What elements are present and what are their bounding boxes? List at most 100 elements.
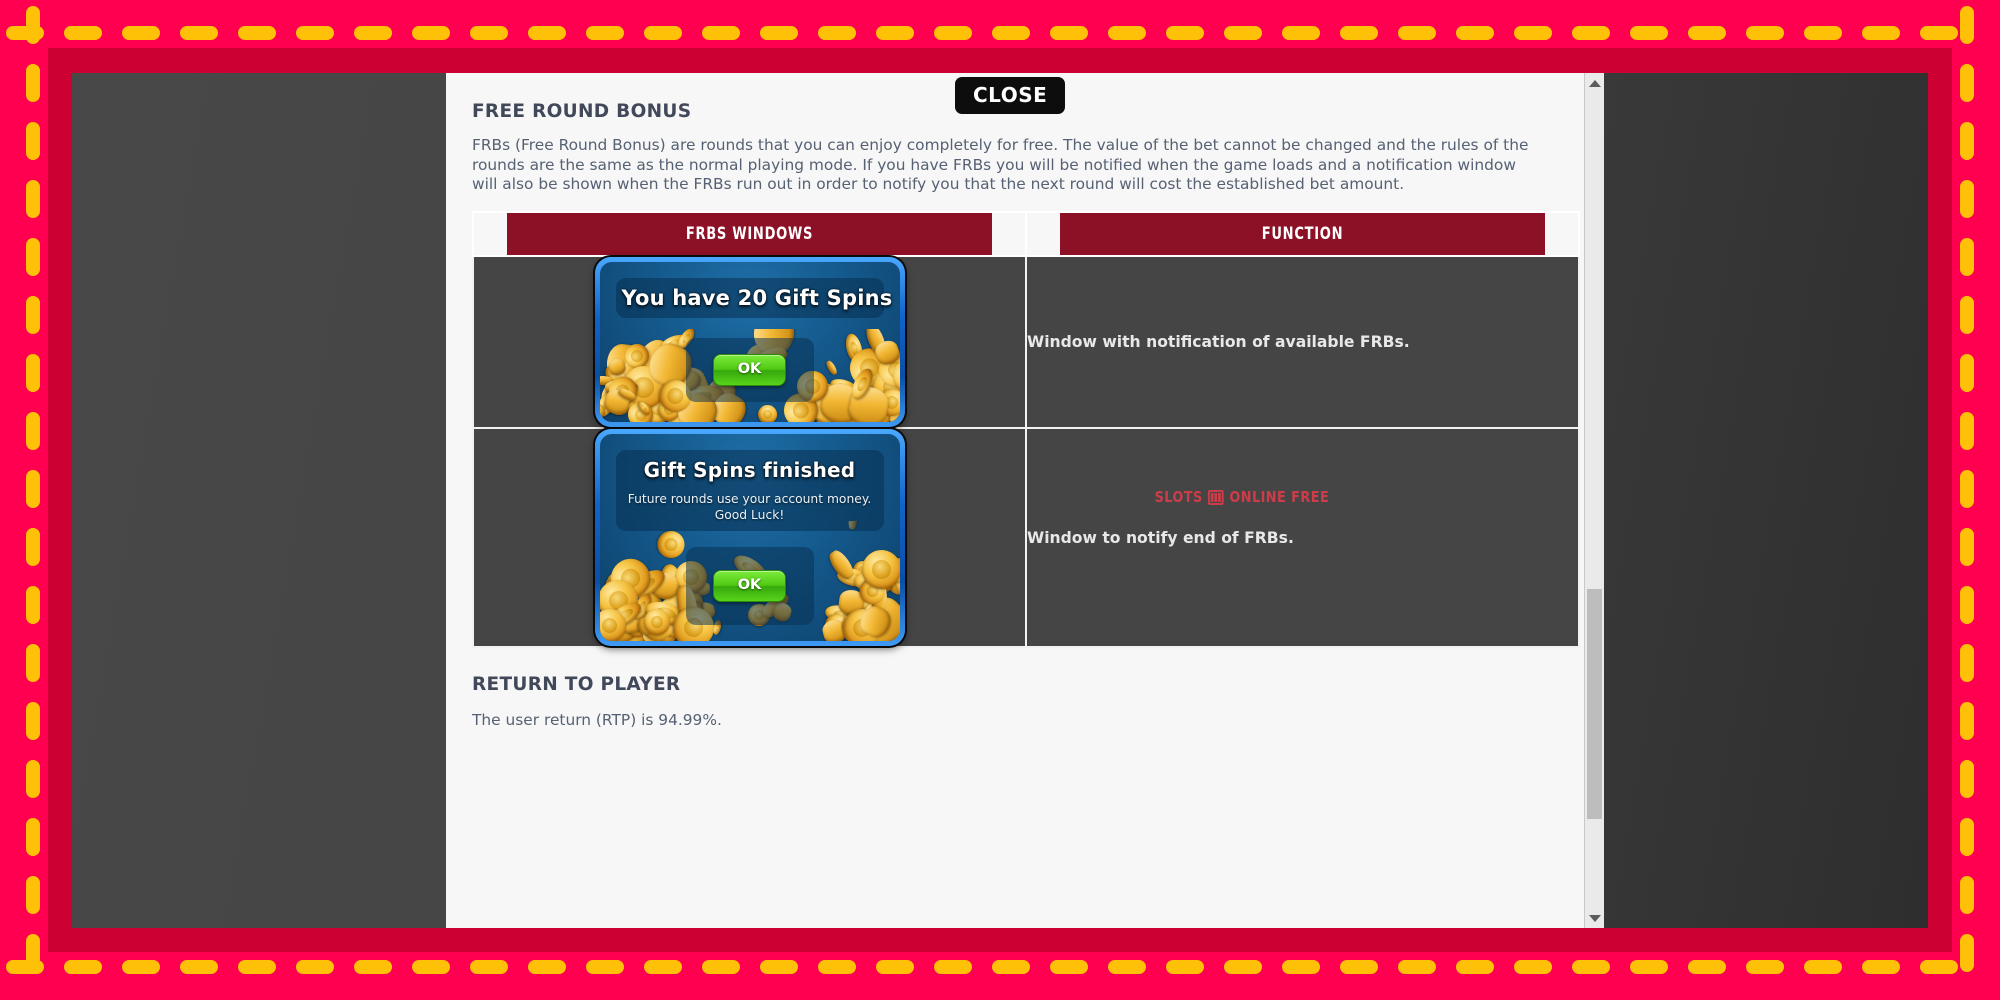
frame-dash xyxy=(1572,26,1610,40)
frame-dash xyxy=(470,960,508,974)
frame-dash xyxy=(26,64,40,102)
frame-dash xyxy=(412,26,450,40)
frame-dash xyxy=(122,26,160,40)
frame-dash xyxy=(1960,934,1974,972)
decorative-frame: FREE ROUND BONUS FRBs (Free Round Bonus)… xyxy=(0,0,2000,1000)
frame-dash xyxy=(1108,960,1146,974)
coin-icon xyxy=(656,529,686,559)
frame-dash xyxy=(1050,960,1088,974)
frame-dash xyxy=(1960,180,1974,218)
scroll-down-arrow-icon[interactable] xyxy=(1585,908,1604,928)
frame-dash xyxy=(586,26,624,40)
frame-dash xyxy=(26,296,40,334)
frame-dashes-top xyxy=(6,26,1994,40)
frame-dash xyxy=(1746,960,1784,974)
frame-dash xyxy=(296,960,334,974)
frbs-table: FRBS WINDOWS FUNCTION You have 20 Gift S… xyxy=(472,211,1580,649)
frame-dash xyxy=(412,960,450,974)
frame-dash xyxy=(702,960,740,974)
frame-dash xyxy=(1340,26,1378,40)
frame-dash xyxy=(180,960,218,974)
scrollbar-thumb[interactable] xyxy=(1587,589,1602,819)
scroll-up-arrow-icon[interactable] xyxy=(1585,73,1604,93)
ok-button[interactable]: OK xyxy=(712,570,787,602)
close-button[interactable]: CLOSE xyxy=(955,77,1066,114)
game-dialog-available-frbs: You have 20 Gift Spins OK xyxy=(594,257,905,428)
frame-dash xyxy=(1282,960,1320,974)
frame-dash xyxy=(644,960,682,974)
frame-dash xyxy=(1960,586,1974,624)
return-to-player-paragraph: The user return (RTP) is 94.99%. xyxy=(472,711,722,730)
dialog-subtitle: Future rounds use your account money. Go… xyxy=(627,492,872,522)
frame-dash xyxy=(1960,6,1974,44)
coin-icon xyxy=(754,401,781,423)
frame-dash xyxy=(1960,644,1974,682)
game-dialog-inner: You have 20 Gift Spins OK xyxy=(599,262,900,423)
frame-dash xyxy=(1862,960,1900,974)
frame-dash xyxy=(1514,26,1552,40)
frame-dash xyxy=(760,960,798,974)
frame-dash xyxy=(1050,26,1088,40)
frame-dash xyxy=(1746,26,1784,40)
frame-dash xyxy=(992,26,1030,40)
frame-dash xyxy=(1960,760,1974,798)
frame-dash xyxy=(26,122,40,160)
frame-dash xyxy=(586,960,624,974)
frame-dash xyxy=(1920,26,1958,40)
frame-dash xyxy=(26,586,40,624)
dialog-title: Gift Spins finished xyxy=(643,458,856,483)
dialog-message-box: Gift Spins finished Future rounds use yo… xyxy=(615,450,884,531)
frame-dash xyxy=(1166,960,1204,974)
frame-dash xyxy=(644,26,682,40)
frame-dash xyxy=(934,26,972,40)
frame-dash xyxy=(26,6,40,44)
vertical-scrollbar[interactable] xyxy=(1584,73,1604,928)
column-header-frbs-windows: FRBS WINDOWS xyxy=(505,211,994,258)
frame-dash xyxy=(1960,470,1974,508)
frame-dash xyxy=(64,960,102,974)
frame-dash xyxy=(876,26,914,40)
frame-dash xyxy=(26,760,40,798)
frame-dash xyxy=(238,26,276,40)
frame-dash xyxy=(528,960,566,974)
frame-dash xyxy=(1630,26,1668,40)
frame-dash xyxy=(1960,528,1974,566)
frame-dashes-bottom xyxy=(6,960,1994,974)
frame-dash xyxy=(354,26,392,40)
frame-dash xyxy=(1282,26,1320,40)
frame-dash xyxy=(1960,818,1974,856)
frame-dashes-left xyxy=(26,6,40,994)
game-dialog-inner: Gift Spins finished Future rounds use yo… xyxy=(599,434,900,642)
frame-dash xyxy=(1224,960,1262,974)
table-row: You have 20 Gift Spins OK Window with no… xyxy=(472,255,1580,430)
ok-button[interactable]: OK xyxy=(712,354,787,386)
dialog-message-box: You have 20 Gift Spins xyxy=(615,278,892,319)
frame-dash xyxy=(702,26,740,40)
dialog-button-panel: OK xyxy=(685,338,814,403)
frame-dash xyxy=(1688,26,1726,40)
frb-window-cell-1: You have 20 Gift Spins OK xyxy=(472,255,1027,430)
frame-dash xyxy=(1960,64,1974,102)
frame-dash xyxy=(1960,876,1974,914)
game-info-viewport: FREE ROUND BONUS FRBs (Free Round Bonus)… xyxy=(72,73,1928,928)
frame-dash xyxy=(26,934,40,972)
return-to-player-title: RETURN TO PLAYER xyxy=(472,674,681,696)
frame-dash xyxy=(1804,26,1842,40)
frame-dash xyxy=(470,26,508,40)
frame-dash xyxy=(26,528,40,566)
frame-dash xyxy=(26,412,40,450)
frame-dash xyxy=(1340,960,1378,974)
frame-dash xyxy=(26,470,40,508)
frame-dash xyxy=(1108,26,1146,40)
frame-dash xyxy=(26,238,40,276)
frame-dash xyxy=(1398,960,1436,974)
table-header-row: FRBS WINDOWS FUNCTION xyxy=(473,211,1579,258)
table-row: Gift Spins finished Future rounds use yo… xyxy=(472,427,1580,649)
frame-dash xyxy=(934,960,972,974)
free-round-bonus-paragraph: FRBs (Free Round Bonus) are rounds that … xyxy=(472,136,1529,194)
frame-dash xyxy=(1398,26,1436,40)
frame-dash xyxy=(1630,960,1668,974)
frame-dash xyxy=(180,26,218,40)
frame-dash xyxy=(26,702,40,740)
frame-dash xyxy=(1960,296,1974,334)
